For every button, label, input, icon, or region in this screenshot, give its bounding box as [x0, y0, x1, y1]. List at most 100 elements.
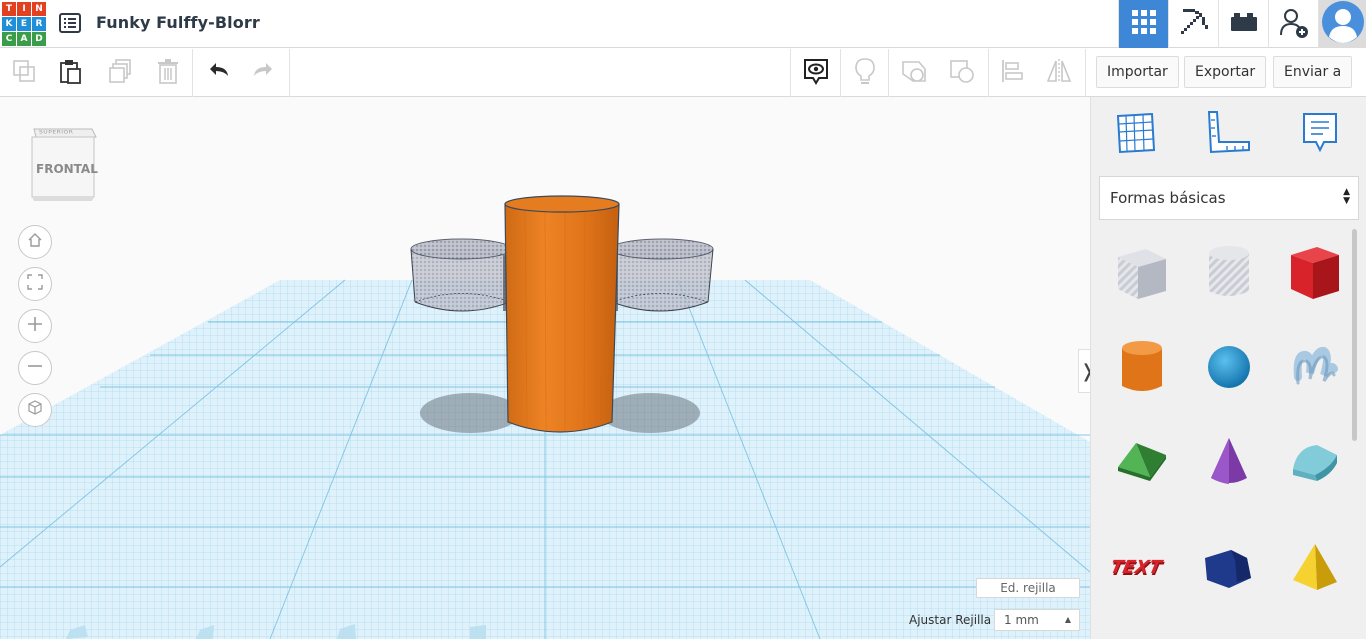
ungroup-icon — [947, 56, 977, 91]
paste-button[interactable] — [54, 57, 86, 89]
logo-letter: I — [17, 2, 31, 16]
eye-bubble-icon — [801, 56, 831, 91]
logo-letter: R — [32, 17, 46, 31]
notes-tool-button[interactable] — [1295, 109, 1345, 159]
panel-scrollbar[interactable] — [1352, 229, 1357, 441]
invite-user-button[interactable] — [1268, 0, 1318, 48]
logo-letter: C — [2, 32, 16, 46]
shape-cone[interactable] — [1194, 427, 1264, 497]
select-arrows-icon: ▲ ▼ — [1343, 187, 1350, 206]
ungroup-button[interactable] — [946, 57, 978, 89]
align-button[interactable] — [996, 57, 1028, 89]
notes-icon — [1300, 110, 1340, 159]
group-icon — [899, 56, 929, 91]
ruler-tool-button[interactable] — [1203, 109, 1253, 159]
project-title[interactable]: Funky Fulffy-Blorr — [96, 13, 260, 32]
delete-button[interactable] — [152, 57, 184, 89]
toolbar-divider — [888, 49, 889, 97]
zoom-out-button[interactable] — [18, 351, 52, 385]
logo-letter: E — [17, 17, 31, 31]
copy-button[interactable] — [8, 57, 40, 89]
toolbar-divider — [289, 49, 290, 97]
shape-hole-box[interactable] — [1107, 237, 1177, 307]
logo-letter: D — [32, 32, 46, 46]
plus-icon — [26, 315, 44, 338]
toolbar-divider — [988, 49, 989, 97]
cube-icon — [26, 399, 44, 422]
snap-grid-select[interactable]: 1 mm ▲ — [994, 609, 1080, 631]
duplicate-button[interactable] — [104, 57, 136, 89]
paste-icon — [56, 57, 84, 90]
redo-button[interactable] — [248, 57, 280, 89]
toolbar-divider — [790, 49, 791, 97]
redo-icon — [250, 57, 278, 90]
lightbulb-icon — [851, 56, 879, 91]
logo-letter: T — [2, 2, 16, 16]
shape-cylinder[interactable] — [1107, 332, 1177, 402]
shape-scribble[interactable] — [1280, 332, 1350, 402]
blocks-button[interactable] — [1168, 0, 1218, 48]
bricks-button[interactable] — [1218, 0, 1268, 48]
view-cube[interactable]: SUPERIOR FRONTAL — [28, 125, 98, 208]
edit-grid-button[interactable]: Ed. rejilla — [976, 578, 1080, 598]
add-user-icon — [1278, 5, 1310, 44]
shape-category-select[interactable]: Formas básicas ▲ ▼ — [1099, 176, 1359, 220]
orange-cylinder[interactable] — [504, 195, 620, 433]
toolbar-divider — [1085, 49, 1086, 97]
fit-view-button[interactable] — [18, 267, 52, 301]
undo-button[interactable] — [202, 57, 234, 89]
hide-button[interactable] — [849, 57, 881, 89]
copy-icon — [10, 57, 38, 90]
send-to-button[interactable]: Enviar a — [1273, 56, 1353, 88]
tinkercad-logo[interactable]: TIN KER CAD — [2, 2, 46, 46]
shape-roof[interactable] — [1107, 427, 1177, 497]
caret-up-icon: ▲ — [1064, 615, 1071, 624]
shape-sphere[interactable] — [1194, 332, 1264, 402]
logo-letter: K — [2, 17, 16, 31]
shapes-panel: Formas básicas ▲ ▼ TEXT TEXT — [1090, 97, 1366, 639]
viewcube-top-label[interactable]: SUPERIOR — [39, 130, 73, 135]
shape-text[interactable]: TEXT TEXT — [1107, 532, 1177, 602]
align-icon — [998, 57, 1026, 90]
shape-round-roof[interactable] — [1280, 427, 1350, 497]
logo-letter: A — [17, 32, 31, 46]
workplane-icon — [1114, 110, 1158, 159]
grid-view-button[interactable] — [1118, 0, 1168, 48]
home-view-button[interactable] — [18, 225, 52, 259]
hole-cylinder-right[interactable] — [608, 238, 714, 312]
shape-polygon[interactable] — [1194, 532, 1264, 602]
menu-list-icon[interactable] — [58, 12, 82, 34]
fit-icon — [26, 273, 44, 296]
bricks-icon — [1229, 10, 1259, 39]
import-button[interactable]: Importar — [1096, 56, 1179, 88]
viewcube-front-label[interactable]: FRONTAL — [36, 162, 98, 176]
snap-grid-value: 1 mm — [1004, 613, 1039, 627]
svg-text:TEXT: TEXT — [1112, 557, 1165, 578]
shape-box[interactable] — [1280, 237, 1350, 307]
shape-category-value: Formas básicas — [1110, 189, 1226, 207]
workplane-canvas[interactable]: SUPERIOR FRONTAL Ed. rejilla Ajustar Rej… — [0, 97, 1090, 639]
scene-3d[interactable] — [0, 97, 1090, 639]
duplicate-icon — [106, 57, 134, 90]
undo-icon — [204, 57, 232, 90]
shape-pyramid[interactable] — [1280, 532, 1350, 602]
mirror-button[interactable] — [1043, 57, 1075, 89]
workplane-tool-button[interactable] — [1111, 109, 1161, 159]
shadow — [420, 393, 520, 433]
zoom-in-button[interactable] — [18, 309, 52, 343]
export-button[interactable]: Exportar — [1184, 56, 1267, 88]
hole-cylinder-left[interactable] — [410, 238, 513, 312]
user-avatar-button[interactable] — [1318, 0, 1366, 48]
show-all-button[interactable] — [800, 57, 832, 89]
group-button[interactable] — [898, 57, 930, 89]
ruler-icon — [1205, 110, 1251, 159]
perspective-button[interactable] — [18, 393, 52, 427]
edit-toolbar: Importar Exportar Enviar a — [0, 49, 1366, 97]
home-icon — [26, 231, 44, 254]
shadow — [600, 393, 700, 433]
avatar-icon — [1321, 0, 1365, 49]
shape-hole-cylinder[interactable] — [1194, 237, 1264, 307]
minus-icon — [26, 357, 44, 380]
snap-grid-label: Ajustar Rejilla — [909, 613, 992, 627]
logo-letter: N — [32, 2, 46, 16]
